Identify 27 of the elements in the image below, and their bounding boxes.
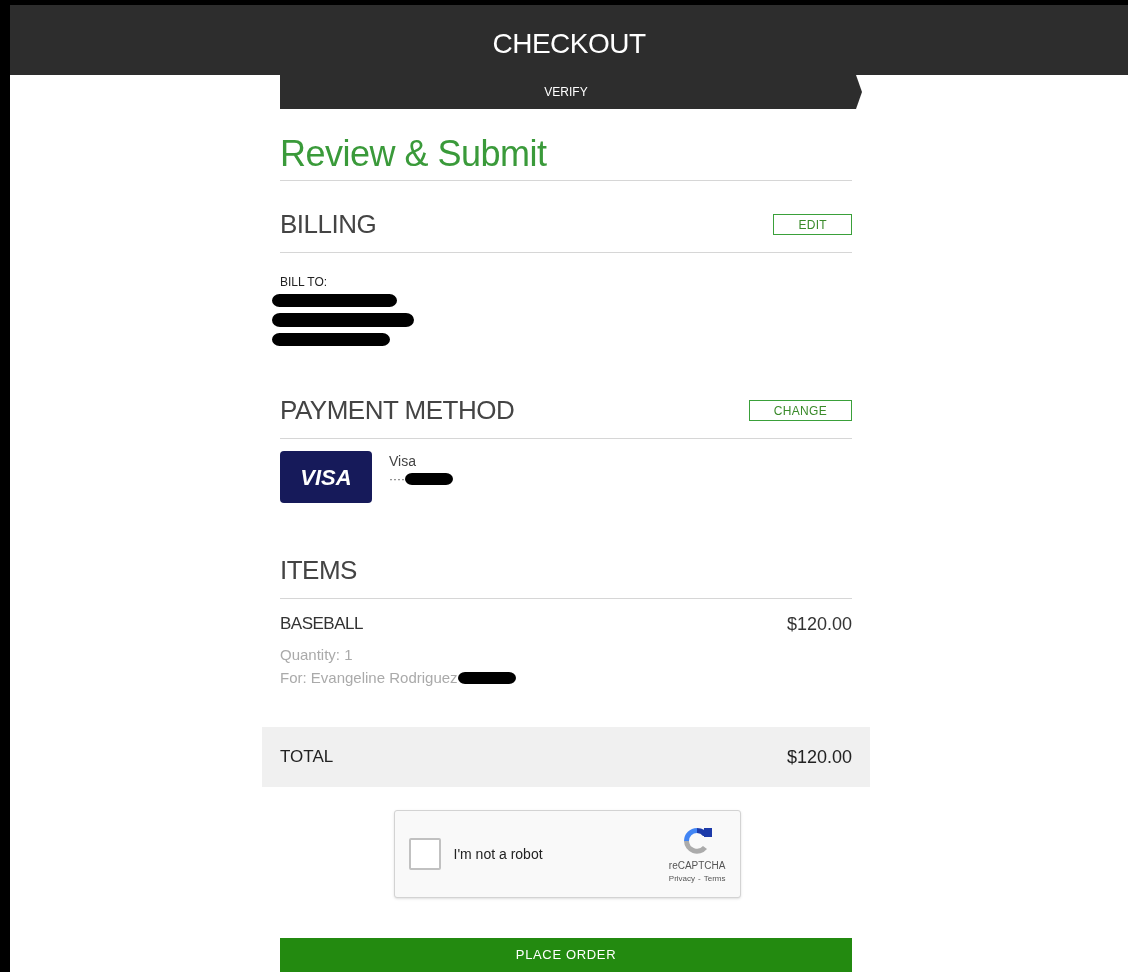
total-label: TOTAL (280, 746, 334, 769)
item-quantity: Quantity: 1 (280, 645, 354, 665)
item-name: BASEBALL (280, 613, 363, 635)
header-title: CHECKOUT (492, 27, 646, 61)
redaction-mark (457, 670, 516, 685)
step-label: VERIFY (544, 84, 588, 101)
total-amount: $120.00 (786, 745, 852, 769)
terms-link[interactable]: Terms (703, 872, 726, 885)
section-heading: ITEMS (280, 554, 357, 587)
card-name: Visa (389, 452, 417, 471)
item-price: $120.00 (786, 613, 852, 636)
section-heading: PAYMENT METHOD (280, 394, 515, 427)
section-heading: BILLING (280, 208, 377, 241)
recaptcha-brand: reCAPTCHA (668, 858, 726, 873)
card-logo-text: VISA (300, 463, 352, 492)
page-title: Review & Submit (280, 131, 852, 181)
section-action-button[interactable]: EDIT (773, 214, 852, 235)
place-order-button[interactable]: PLACE ORDER (280, 938, 852, 972)
redaction-mark (405, 472, 453, 486)
bill-to-label: BILL TO: (280, 274, 329, 291)
link-separator: - (698, 872, 701, 885)
section-action-button[interactable]: CHANGE (748, 400, 852, 421)
card-number: ···· (389, 473, 405, 485)
item-recipient: For: Evangeline Rodriguez (280, 667, 458, 688)
privacy-link[interactable]: Privacy (668, 872, 696, 885)
captcha-label: I'm not a robot (453, 844, 544, 864)
captcha-checkbox[interactable] (408, 838, 441, 870)
